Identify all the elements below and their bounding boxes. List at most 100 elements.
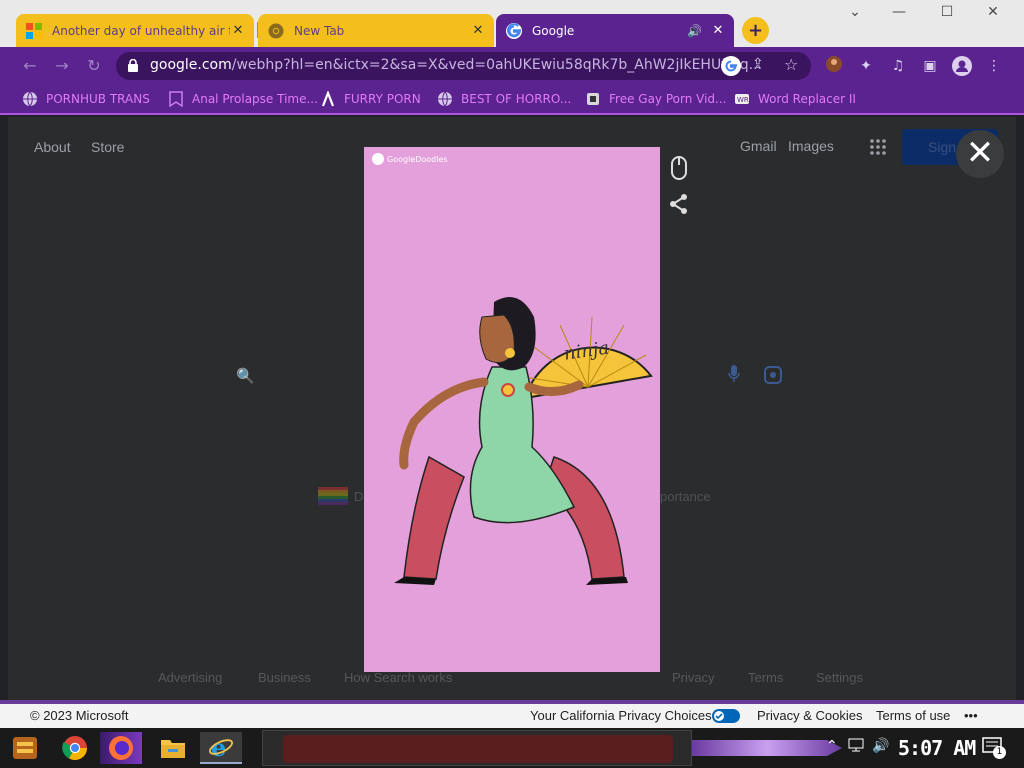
lock-icon[interactable] xyxy=(128,59,138,72)
tab-close-icon[interactable]: ✕ xyxy=(710,23,726,38)
globe-icon xyxy=(437,91,453,107)
doodle-side-actions xyxy=(668,155,694,219)
footer-privacy-link[interactable]: Privacy xyxy=(672,670,715,685)
tab-title: New Tab xyxy=(294,23,345,38)
bookmark-label: Word Replacer II xyxy=(758,92,856,106)
tab-close-icon[interactable]: ✕ xyxy=(230,23,246,38)
file-explorer-icon[interactable] xyxy=(152,732,194,764)
window-close-button[interactable]: ✕ xyxy=(978,4,1008,20)
microsoft-footer-bar: © 2023 Microsoft Your California Privacy… xyxy=(0,704,1024,728)
footer-how-search-works-link[interactable]: How Search works xyxy=(344,670,452,685)
reload-icon[interactable]: ↻ xyxy=(84,56,104,76)
profile-icon[interactable] xyxy=(952,56,972,76)
gmail-link[interactable]: Gmail xyxy=(740,138,777,154)
taskbar-clock[interactable]: 5:07 AM xyxy=(898,736,976,760)
copyright-text: © 2023 Microsoft xyxy=(30,708,129,723)
pride-flag-icon xyxy=(318,487,348,509)
tab-close-icon[interactable]: ✕ xyxy=(470,23,486,38)
extension-icon: WR xyxy=(734,91,750,107)
privacy-choices-link[interactable]: Your California Privacy Choices xyxy=(530,708,712,723)
bookmarks-bar: PORNHUB TRANS Anal Prolapse Time... FURR… xyxy=(0,85,1024,115)
svg-text:WR: WR xyxy=(737,96,749,104)
globe-icon xyxy=(22,91,38,107)
share-icon[interactable]: ⇪ xyxy=(752,56,764,72)
maximize-button[interactable]: ☐ xyxy=(932,4,962,20)
bookmark-label: BEST OF HORRO... xyxy=(461,92,572,106)
mouse-hand-icon[interactable] xyxy=(668,155,690,181)
kebab-menu-icon[interactable]: ⋮ xyxy=(984,56,1004,76)
bookmark-label: Anal Prolapse Time... xyxy=(192,92,318,106)
footer-advertising-link[interactable]: Advertising xyxy=(158,670,222,685)
tab-google[interactable]: Google 🔊 ✕ xyxy=(496,14,734,47)
side-panel-icon[interactable]: ▣ xyxy=(920,56,940,76)
url-text: google.com/webhp?hl=en&ictx=2&sa=X&ved=0… xyxy=(150,57,762,73)
minimize-button[interactable]: — xyxy=(884,4,914,20)
bookmark-item[interactable]: PORNHUB TRANS xyxy=(22,91,150,107)
chrome-taskbar-icon[interactable] xyxy=(54,732,96,764)
taskbar-decoration xyxy=(692,740,842,756)
search-icon: 🔍 xyxy=(236,367,255,385)
start-button[interactable] xyxy=(4,732,46,764)
bookmark-icon xyxy=(168,91,184,108)
privacy-toggle-icon[interactable] xyxy=(712,709,740,726)
back-arrow-icon[interactable]: ← xyxy=(20,56,40,76)
bookmark-item[interactable]: WR Word Replacer II xyxy=(734,91,856,107)
bookmark-item[interactable]: Anal Prolapse Time... xyxy=(168,91,318,108)
bookmark-star-icon[interactable]: ☆ xyxy=(784,55,798,74)
tab-new-tab[interactable]: New Tab ✕ xyxy=(258,14,494,47)
tab-title: Another day of unhealthy air f xyxy=(52,23,230,38)
footer-terms-link[interactable]: Terms xyxy=(748,670,783,685)
google-icon xyxy=(506,22,522,39)
doodle-image: GoogleDoodles ninja xyxy=(364,147,660,672)
bookmark-label: FURRY PORN xyxy=(344,92,421,106)
share-icon[interactable] xyxy=(668,193,690,215)
more-options-icon[interactable]: ••• xyxy=(964,708,978,723)
tab-title: Google xyxy=(532,23,575,38)
about-link[interactable]: About xyxy=(34,139,71,155)
dancer-illustration: ninja xyxy=(394,297,653,585)
microphone-icon[interactable] xyxy=(728,365,740,387)
tab-news[interactable]: Another day of unhealthy air f ✕ xyxy=(16,14,254,47)
taskbar-window-preview[interactable] xyxy=(262,730,692,766)
url-domain: google.com xyxy=(150,57,232,73)
bookmark-item[interactable]: BEST OF HORRO... xyxy=(437,91,571,107)
bookmark-label: PORNHUB TRANS xyxy=(46,92,150,106)
volume-icon[interactable]: 🔊 xyxy=(872,738,889,754)
forward-arrow-icon[interactable]: → xyxy=(52,56,72,76)
show-hidden-icons-icon[interactable]: ⌃ xyxy=(826,738,838,754)
terms-of-use-link[interactable]: Terms of use xyxy=(876,708,950,723)
camera-lens-icon[interactable] xyxy=(764,366,782,388)
new-tab-button[interactable]: + xyxy=(742,17,769,44)
browser-toolbar: ← → ↻ google.com/webhp?hl=en&ictx=2&sa=X… xyxy=(0,47,1024,85)
audio-playing-icon[interactable]: 🔊 xyxy=(687,24,702,38)
chrome-icon xyxy=(268,23,284,39)
microsoft-icon xyxy=(26,22,42,39)
address-bar[interactable]: google.com/webhp?hl=en&ictx=2&sa=X&ved=0… xyxy=(116,52,811,80)
internet-explorer-icon[interactable]: e xyxy=(200,732,242,764)
windows-taskbar: e ⌃ 🔊 5:07 AM 1 xyxy=(0,728,1024,768)
browser-window: Another day of unhealthy air f ✕ New Tab… xyxy=(0,0,1024,700)
footer-business-link[interactable]: Business xyxy=(258,670,311,685)
media-control-icon[interactable]: ♫ xyxy=(888,56,908,76)
privacy-cookies-link[interactable]: Privacy & Cookies xyxy=(757,708,862,723)
close-overlay-button[interactable]: ✕ xyxy=(956,130,1004,178)
notification-count-badge: 1 xyxy=(993,746,1006,759)
firefox-taskbar-icon[interactable] xyxy=(100,732,142,764)
extensions-puzzle-icon[interactable]: ✦ xyxy=(856,56,876,76)
store-link[interactable]: Store xyxy=(91,139,124,155)
doodle-caption-end: portance xyxy=(660,489,711,504)
apps-grid-icon[interactable] xyxy=(870,139,886,155)
profile-avatar-small-icon[interactable] xyxy=(824,56,844,76)
bookmark-item[interactable]: FURRY PORN xyxy=(320,89,421,107)
notification-center-icon[interactable]: 1 xyxy=(982,736,1006,759)
images-link[interactable]: Images xyxy=(788,138,834,154)
url-path: /webhp?hl=en&ictx=2&sa=X&ved=0ahUKEwiu58… xyxy=(231,57,763,73)
google-lens-icon[interactable] xyxy=(721,56,741,76)
network-icon[interactable] xyxy=(848,738,864,756)
bookmark-item[interactable]: Free Gay Porn Vid... xyxy=(585,91,726,107)
doodle-caption-start: D xyxy=(354,489,364,504)
lambda-icon xyxy=(320,89,336,107)
tab-search-icon[interactable]: ⌄ xyxy=(840,4,870,20)
footer-settings-link[interactable]: Settings xyxy=(816,670,863,685)
tab-strip: Another day of unhealthy air f ✕ New Tab… xyxy=(0,0,1024,47)
